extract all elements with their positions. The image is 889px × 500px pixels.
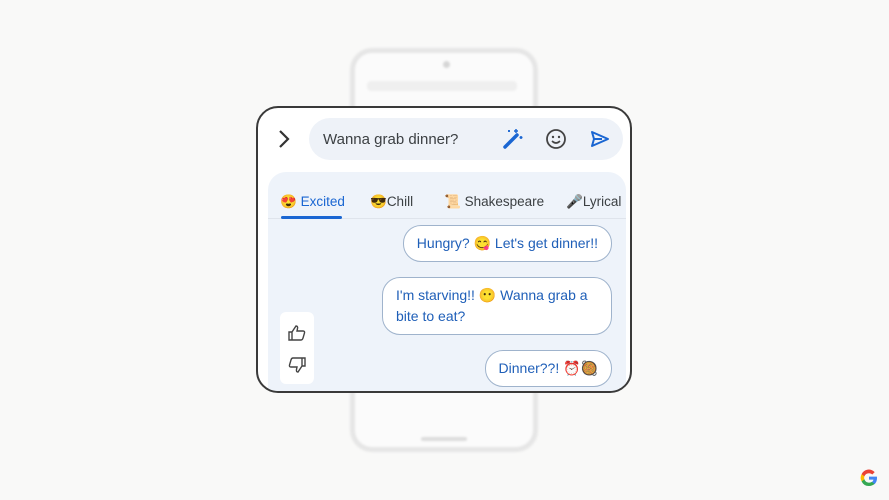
tab-chill[interactable]: 😎Chill <box>370 194 413 210</box>
message-input[interactable]: Wanna grab dinner? <box>309 118 623 160</box>
tab-emoji: 📜 <box>444 194 461 209</box>
chevron-right-icon[interactable] <box>274 128 294 150</box>
suggestion-bubble[interactable]: Hungry? 😋 Let's get dinner!! <box>402 225 612 262</box>
tab-emoji: 😎 <box>370 194 387 209</box>
tab-emoji: 😍 <box>280 194 297 209</box>
tab-label: Lyrical <box>582 194 622 209</box>
suggestions-panel: 😍 Excited 😎Chill 📜 Shakespeare 🎤Lyrical … <box>268 172 626 391</box>
phone-header <box>367 81 517 91</box>
suggestion-bubble[interactable]: I'm starving!! 😶 Wanna grab a bite to ea… <box>382 277 612 335</box>
phone-home-bar <box>421 437 467 441</box>
magic-compose-card: Wanna grab dinner? 😍 Excited 😎Chill 📜 Sh… <box>256 106 632 393</box>
thumbs-up-icon[interactable] <box>288 324 306 342</box>
send-icon[interactable] <box>588 127 612 151</box>
feedback-box <box>280 312 314 384</box>
tab-excited[interactable]: 😍 Excited <box>280 194 345 210</box>
tab-label: Excited <box>300 194 345 209</box>
style-tabs: 😍 Excited 😎Chill 📜 Shakespeare 🎤Lyrical <box>268 186 626 219</box>
active-tab-indicator <box>281 216 342 219</box>
suggestion-bubble[interactable]: Dinner??! ⏰🥘 <box>484 350 612 387</box>
emoji-icon[interactable] <box>544 127 568 151</box>
message-input-text: Wanna grab dinner? <box>323 130 459 148</box>
google-logo <box>860 469 877 487</box>
tab-emoji: 🎤 <box>566 194 583 209</box>
tab-label: Chill <box>386 194 414 209</box>
tab-lyrical[interactable]: 🎤Lyrical <box>566 194 621 210</box>
thumbs-down-icon[interactable] <box>288 356 306 374</box>
phone-camera <box>443 61 450 68</box>
tab-label: Shakespeare <box>464 194 545 209</box>
magic-wand-icon[interactable] <box>500 127 524 151</box>
tab-shakespeare[interactable]: 📜 Shakespeare <box>444 194 544 210</box>
